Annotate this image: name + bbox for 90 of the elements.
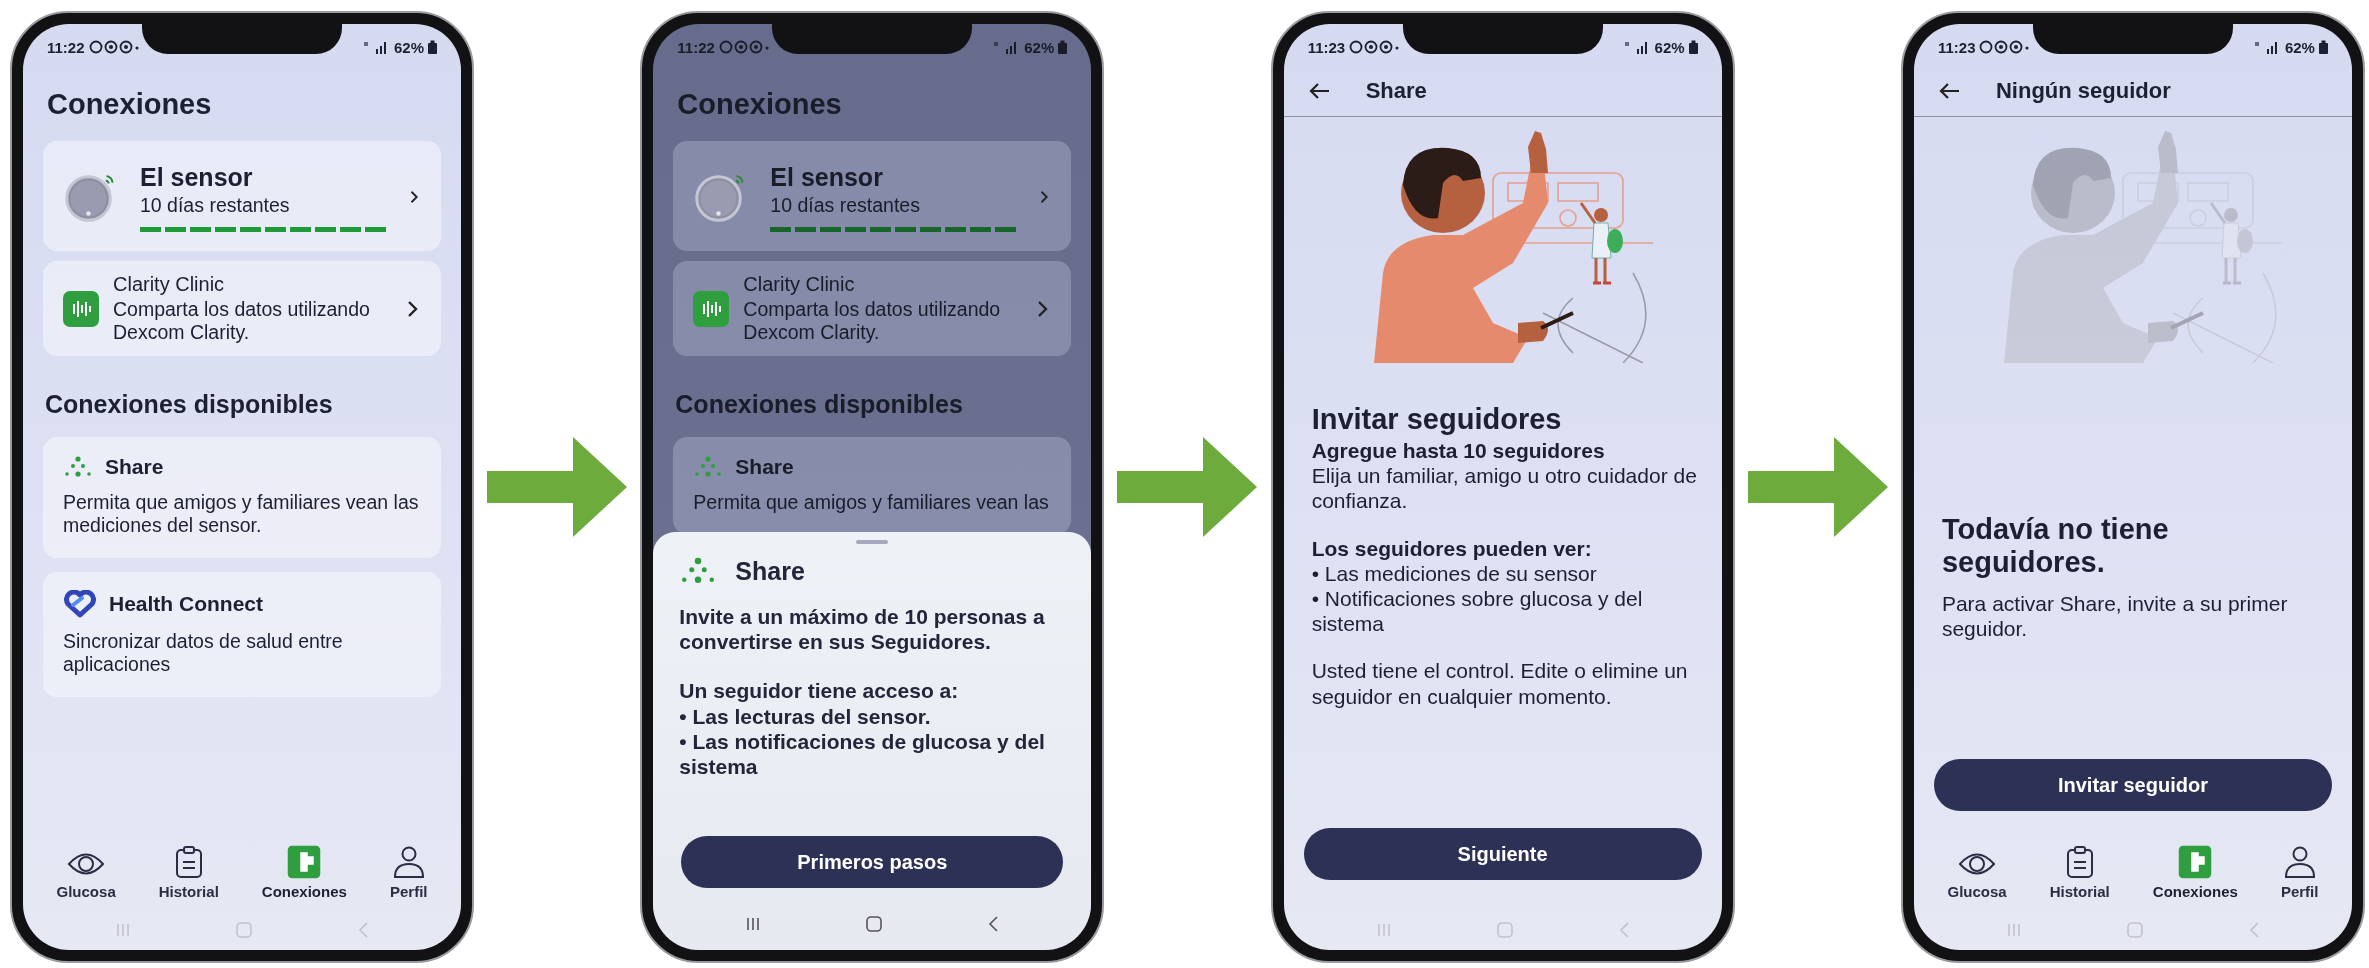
nav-tab[interactable]: Perfil xyxy=(2274,841,2325,904)
home-icon[interactable] xyxy=(865,915,884,933)
dots-icon xyxy=(63,455,93,479)
status-time: 11:22 xyxy=(47,38,85,56)
primary-button[interactable]: Primeros pasos xyxy=(681,836,1064,888)
primary-button[interactable]: Invitar seguidor xyxy=(1933,759,2332,811)
screen-title: Share xyxy=(1365,78,1427,104)
clinic-card[interactable]: Clarity Clinic Comparta los datos utilizando Dexcom Clarity. xyxy=(43,261,441,356)
battery-icon xyxy=(1688,40,1698,54)
heart-icon xyxy=(63,589,97,618)
clinic-card[interactable]: Clarity Clinic Comparta los datos utilizando Dexcom Clarity. xyxy=(673,261,1072,356)
status-time: 11:23 xyxy=(1307,38,1346,56)
card-title: El sensor xyxy=(140,162,254,192)
connections-icon xyxy=(287,845,322,879)
nav-tab[interactable]: Conexiones xyxy=(2146,841,2244,904)
chevron-right-icon xyxy=(1037,299,1050,318)
right-arrow-icon xyxy=(1747,437,1888,537)
notification-icons xyxy=(88,40,139,54)
dots-icon xyxy=(693,455,724,479)
page-title: Conexiones xyxy=(677,88,843,121)
card-title: Clarity Clinic xyxy=(743,273,856,296)
card-subtitle: 10 días restantes xyxy=(770,193,921,217)
body-text: Usted tiene el control. Edite o elimine un seguidor en cualquier momento. xyxy=(1311,658,1689,709)
connection-card[interactable]: Share Permita que amigos y familiares vean las mediciones del sensor. xyxy=(43,437,441,558)
chevron-right-icon xyxy=(407,299,419,318)
notification-icons xyxy=(1979,40,2030,54)
page-title: Conexiones xyxy=(47,88,213,121)
card-title: Share xyxy=(105,455,164,479)
battery-percent: 62% xyxy=(2284,38,2315,56)
heading: Invitar seguidores xyxy=(1311,403,1563,436)
body-text: Agregue hasta 10 seguidores xyxy=(1311,438,1606,464)
status-time: 11:22 xyxy=(677,38,715,56)
back-arrow-icon[interactable] xyxy=(1937,82,1960,100)
person-icon xyxy=(391,845,426,879)
section-title: Conexiones disponibles xyxy=(675,390,964,419)
card-title: Health Connect xyxy=(109,591,263,616)
body-text: Los seguidores pueden ver: xyxy=(1311,535,1593,561)
card-title: Clarity Clinic xyxy=(113,273,226,296)
card-subtitle: 10 días restantes xyxy=(140,193,291,217)
bar-chart-icon xyxy=(693,290,730,327)
primary-button[interactable]: Siguiente xyxy=(1303,828,1702,880)
sensor-card[interactable]: El sensor 10 días restantes xyxy=(673,141,1072,251)
back-arrow-icon[interactable] xyxy=(1307,82,1330,100)
connections-icon xyxy=(2178,845,2213,879)
body-text: Elija un familiar, amigo u otro cuidador de confianza. xyxy=(1311,463,1698,514)
drag-handle[interactable] xyxy=(856,540,889,544)
sheet-text: • Las notificaciones de glucosa y del sistema xyxy=(679,728,1046,780)
sheet-text: • Las lecturas del sensor. xyxy=(679,703,932,729)
card-title: Share xyxy=(735,455,794,479)
card-description: Comparta los datos utilizando Dexcom Clarity. xyxy=(113,298,371,344)
body-text: Para activar Share, invite a su primer seguidor. xyxy=(1941,591,2289,642)
sheet-title: Share xyxy=(735,556,805,586)
bar-chart-icon xyxy=(63,290,99,327)
sheet-text: Un seguidor tiene acceso a: xyxy=(679,678,960,704)
battery-percent: 62% xyxy=(1024,38,1055,56)
nav-tab[interactable]: Historial xyxy=(152,841,225,904)
section-title: Conexiones disponibles xyxy=(45,390,334,419)
card-description: Comparta los datos utilizando Dexcom Clarity. xyxy=(743,298,1002,344)
clipboard-icon xyxy=(2064,845,2095,879)
nav-tab[interactable]: Historial xyxy=(2043,841,2116,904)
battery-percent: 62% xyxy=(1654,38,1685,56)
nav-tab[interactable]: Perfil xyxy=(383,841,434,904)
body-text: • Notificaciones sobre glucosa y del sistema xyxy=(1311,585,1644,637)
back-icon[interactable] xyxy=(987,915,1000,933)
clipboard-icon xyxy=(173,845,204,879)
right-arrow-icon xyxy=(487,437,628,537)
connection-card[interactable]: Share Permita que amigos y familiares vean las xyxy=(673,437,1072,535)
notification-icons xyxy=(718,40,769,54)
notification-icons xyxy=(1349,40,1400,54)
connection-card[interactable]: Health Connect Sincronizar datos de salud entre aplicaciones xyxy=(43,571,441,697)
body-text: • Las mediciones de su sensor xyxy=(1311,560,1598,586)
heading: Todavía no tiene seguidores. xyxy=(1941,513,2170,579)
card-description: Permita que amigos y familiares vean las mediciones del sensor. xyxy=(63,491,419,538)
nav-tab[interactable]: Glucosa xyxy=(1941,845,2013,904)
card-description: Permita que amigos y familiares vean las xyxy=(693,491,1050,515)
card-description: Sincronizar datos de salud entre aplicaciones xyxy=(63,629,344,677)
battery-percent: 62% xyxy=(393,38,424,56)
card-title: El sensor xyxy=(770,162,884,192)
battery-icon xyxy=(1058,40,1068,54)
nav-tab[interactable]: Glucosa xyxy=(50,845,122,904)
battery-icon xyxy=(428,40,437,54)
recent-apps-icon[interactable] xyxy=(745,916,762,932)
nav-tab[interactable]: Conexiones xyxy=(255,841,353,904)
screen-title: Ningún seguidor xyxy=(1995,78,2171,104)
battery-icon xyxy=(2318,40,2328,54)
sensor-card[interactable]: El sensor 10 días restantes xyxy=(43,141,441,251)
status-time: 11:23 xyxy=(1937,38,1976,56)
person-icon xyxy=(2282,845,2317,879)
sheet-text: Invite a un máximo de 10 personas a convertirse en sus Seguidores. xyxy=(679,604,1046,655)
right-arrow-icon xyxy=(1117,437,1258,537)
